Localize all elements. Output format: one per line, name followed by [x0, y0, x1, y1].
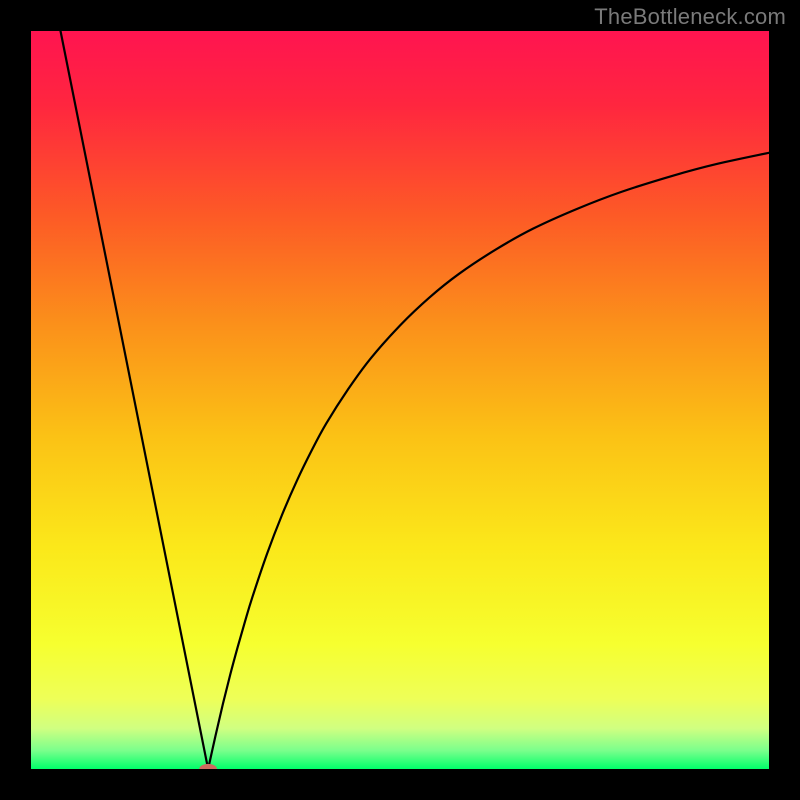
chart-frame: TheBottleneck.com [0, 0, 800, 800]
plot-area [31, 31, 769, 769]
attribution-text: TheBottleneck.com [594, 4, 786, 30]
plot-svg [31, 31, 769, 769]
gradient-background [31, 31, 769, 769]
